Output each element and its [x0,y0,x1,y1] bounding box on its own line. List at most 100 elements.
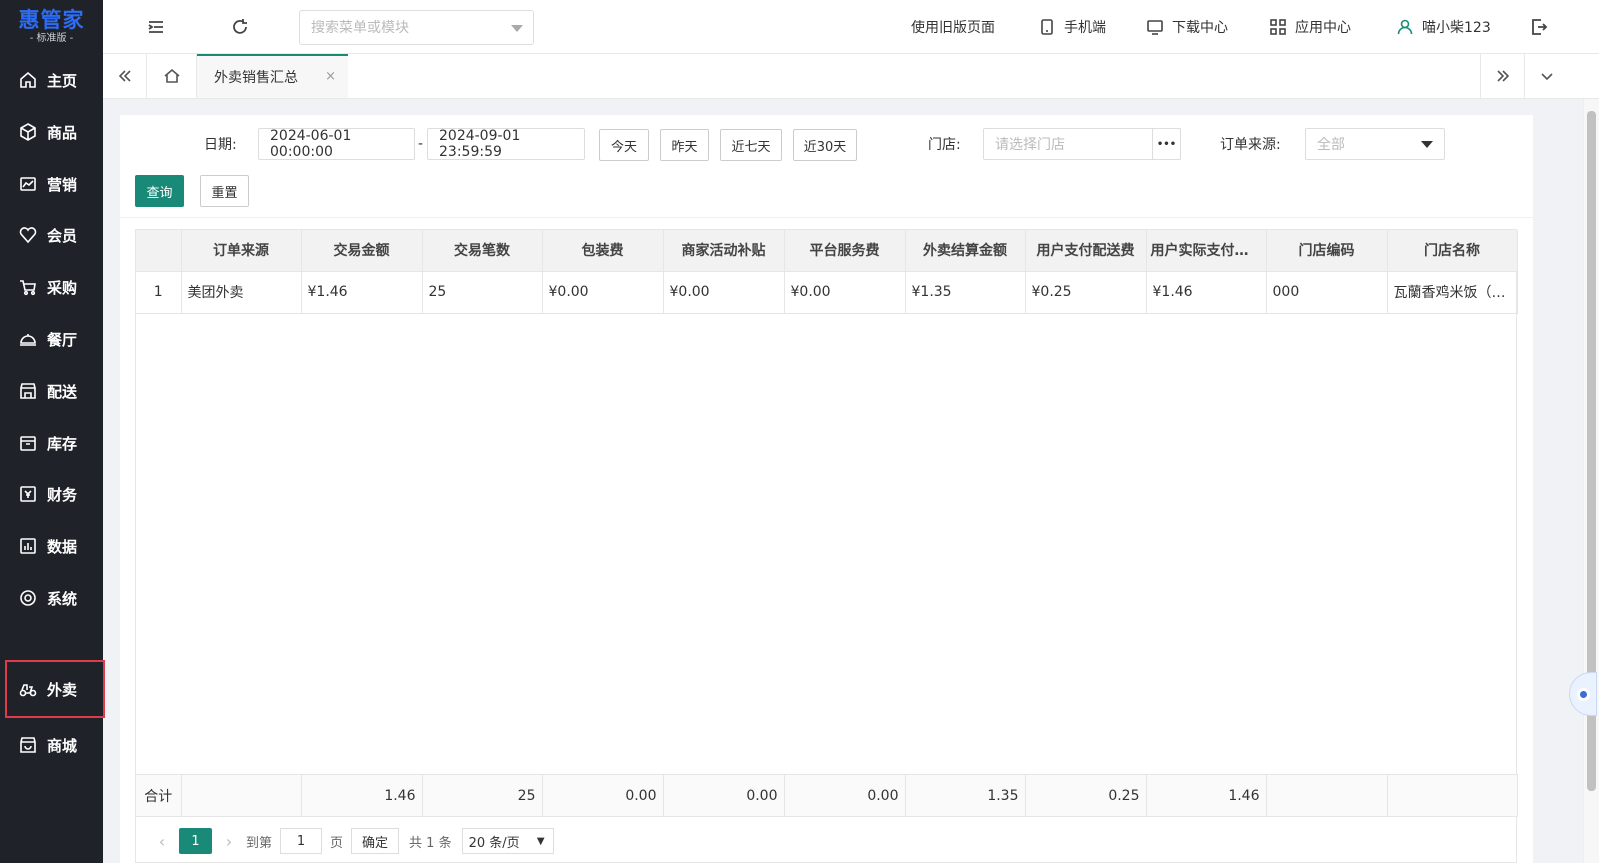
sidebar-item-purchase[interactable]: 采购 [0,263,103,311]
today-button[interactable]: 今天 [599,129,649,161]
download-center-link[interactable]: 下载中心 [1146,0,1228,54]
search-input[interactable] [300,11,500,44]
delivery-icon [19,684,37,697]
user-menu[interactable]: 喵小柴123 [1396,0,1491,54]
sidebar-item-label: 系统 [47,589,78,608]
chevron-down-icon: ▼ [536,836,545,847]
date-separator: - [418,136,424,152]
menu-search-select[interactable] [299,10,534,45]
date-end-input[interactable]: 2024-09-01 23:59:59 [427,128,585,160]
column-header[interactable]: 交易金额 [301,230,423,272]
sidebar-item-label: 餐厅 [47,330,78,349]
page-size-select[interactable]: 20 条/页 ▼ [461,828,554,854]
sidebar-item-label: 外卖 [47,680,78,699]
old-version-label: 使用旧版页面 [911,20,995,36]
column-header[interactable]: 包装费 [542,230,664,272]
tab-takeout-sales-summary[interactable]: 外卖销售汇总 × [197,54,348,98]
sidebar-item-takeout[interactable]: 外卖 [5,660,105,718]
tab-bar: 外卖销售汇总 × [103,54,1599,99]
tab-dropdown[interactable] [1524,54,1568,98]
sidebar-item-marketing[interactable]: 营销 [0,160,103,208]
data-icon [20,538,36,554]
mobile-link[interactable]: 手机端 [1038,0,1106,54]
old-version-link[interactable]: 使用旧版页面 [911,0,995,54]
table-row[interactable]: 1 美团外卖 ¥1.46 25 ¥0.00 ¥0.00 ¥0.00 ¥1.35 … [136,271,1518,314]
close-icon[interactable]: × [325,69,336,84]
sidebar-item-home[interactable]: 主页 [0,56,103,104]
sidebar-item-goods[interactable]: 商品 [0,108,103,156]
reset-button[interactable]: 重置 [200,175,249,207]
store-label: 门店: [928,137,961,153]
cell-merchant-subsidy: ¥0.00 [663,271,785,314]
tab-label: 外卖销售汇总 [214,70,298,86]
sidebar-item-inventory[interactable]: 库存 [0,419,103,467]
column-header[interactable]: 用户支付配送费 [1025,230,1147,272]
sidebar-item-members[interactable]: 会员 [0,211,103,259]
column-header[interactable]: 门店编码 [1266,230,1388,272]
sidebar-item-delivery-dist[interactable]: 配送 [0,367,103,415]
tab-home[interactable] [147,54,197,98]
cell-platform-fee: ¥0.00 [784,271,906,314]
finance-icon [20,486,36,502]
heart-icon [19,227,37,244]
totals-cell [1387,774,1518,817]
sidebar-item-label: 库存 [47,434,78,453]
column-header[interactable]: 商家活动补贴 [663,230,785,272]
app-center-link[interactable]: 应用中心 [1269,0,1351,54]
cell-delivery-fee: ¥0.25 [1025,271,1147,314]
goto-page-input[interactable]: 1 [280,828,323,854]
page-number-current[interactable]: 1 [179,828,212,854]
column-header[interactable]: 门店名称 [1387,230,1518,272]
prev-page-icon[interactable]: ‹ [151,832,173,851]
store-more-button[interactable]: ••• [1152,128,1181,160]
totals-cell [181,774,302,817]
refresh-icon[interactable] [229,16,251,38]
page-size-value: 20 条/页 [468,835,520,851]
tab-scroll-right[interactable] [1480,54,1524,98]
last-30-days-button[interactable]: 近30天 [793,129,857,161]
warehouse-icon [20,436,36,451]
sidebar-item-restaurant[interactable]: 餐厅 [0,315,103,363]
mobile-label: 手机端 [1064,20,1106,36]
apps-icon [1270,19,1286,35]
yesterday-button[interactable]: 昨天 [660,129,709,161]
menu-toggle-icon[interactable] [145,16,167,38]
sidebar-item-label: 营销 [47,175,78,194]
column-header[interactable]: 用户实际支付金额 [1146,230,1267,272]
sidebar-item-label: 会员 [47,226,78,245]
phone-icon [1041,19,1053,35]
sidebar-item-system[interactable]: 系统 [0,574,103,622]
query-button[interactable]: 查询 [135,175,184,207]
column-header[interactable]: 订单来源 [181,230,302,272]
sidebar-item-label: 配送 [47,382,78,401]
cell-store-code: 000 [1266,271,1388,314]
totals-cell: 1.46 [1146,774,1267,817]
divider [120,217,1533,218]
cell-order-source: 美团外卖 [181,271,302,314]
order-source-select[interactable]: 全部 [1305,128,1445,160]
logo[interactable]: 惠管家 - 标准版 - [0,0,103,52]
column-header[interactable]: 外卖结算金额 [905,230,1026,272]
date-start-input[interactable]: 2024-06-01 00:00:00 [258,128,415,160]
sidebar-item-label: 数据 [47,537,78,556]
column-header[interactable]: 交易笔数 [422,230,543,272]
sidebar-item-label: 采购 [47,278,78,297]
column-header[interactable]: 平台服务费 [784,230,906,272]
sidebar-item-data[interactable]: 数据 [0,522,103,570]
order-source-label: 订单来源: [1220,137,1281,153]
goto-confirm-button[interactable]: 确定 [351,828,400,854]
last-7-days-button[interactable]: 近七天 [720,129,782,161]
sidebar-item-finance[interactable]: 财务 [0,470,103,518]
goto-label: 到第 [246,835,273,851]
vertical-scrollbar[interactable] [1583,99,1599,863]
download-label: 下载中心 [1172,20,1228,36]
sidebar-item-label: 商品 [47,123,78,142]
sidebar: 惠管家 - 标准版 - 主页 商品 营销 会员 采购 餐厅 配送 库存 财务 数… [0,0,105,863]
home-icon [20,71,36,88]
cloche-icon [20,334,36,346]
tab-scroll-left[interactable] [103,54,147,98]
sidebar-item-mall[interactable]: 商城 [0,721,103,769]
floating-assistant-button[interactable] [1569,672,1597,716]
logout-icon[interactable] [1528,16,1550,38]
next-page-icon[interactable]: › [218,832,240,851]
